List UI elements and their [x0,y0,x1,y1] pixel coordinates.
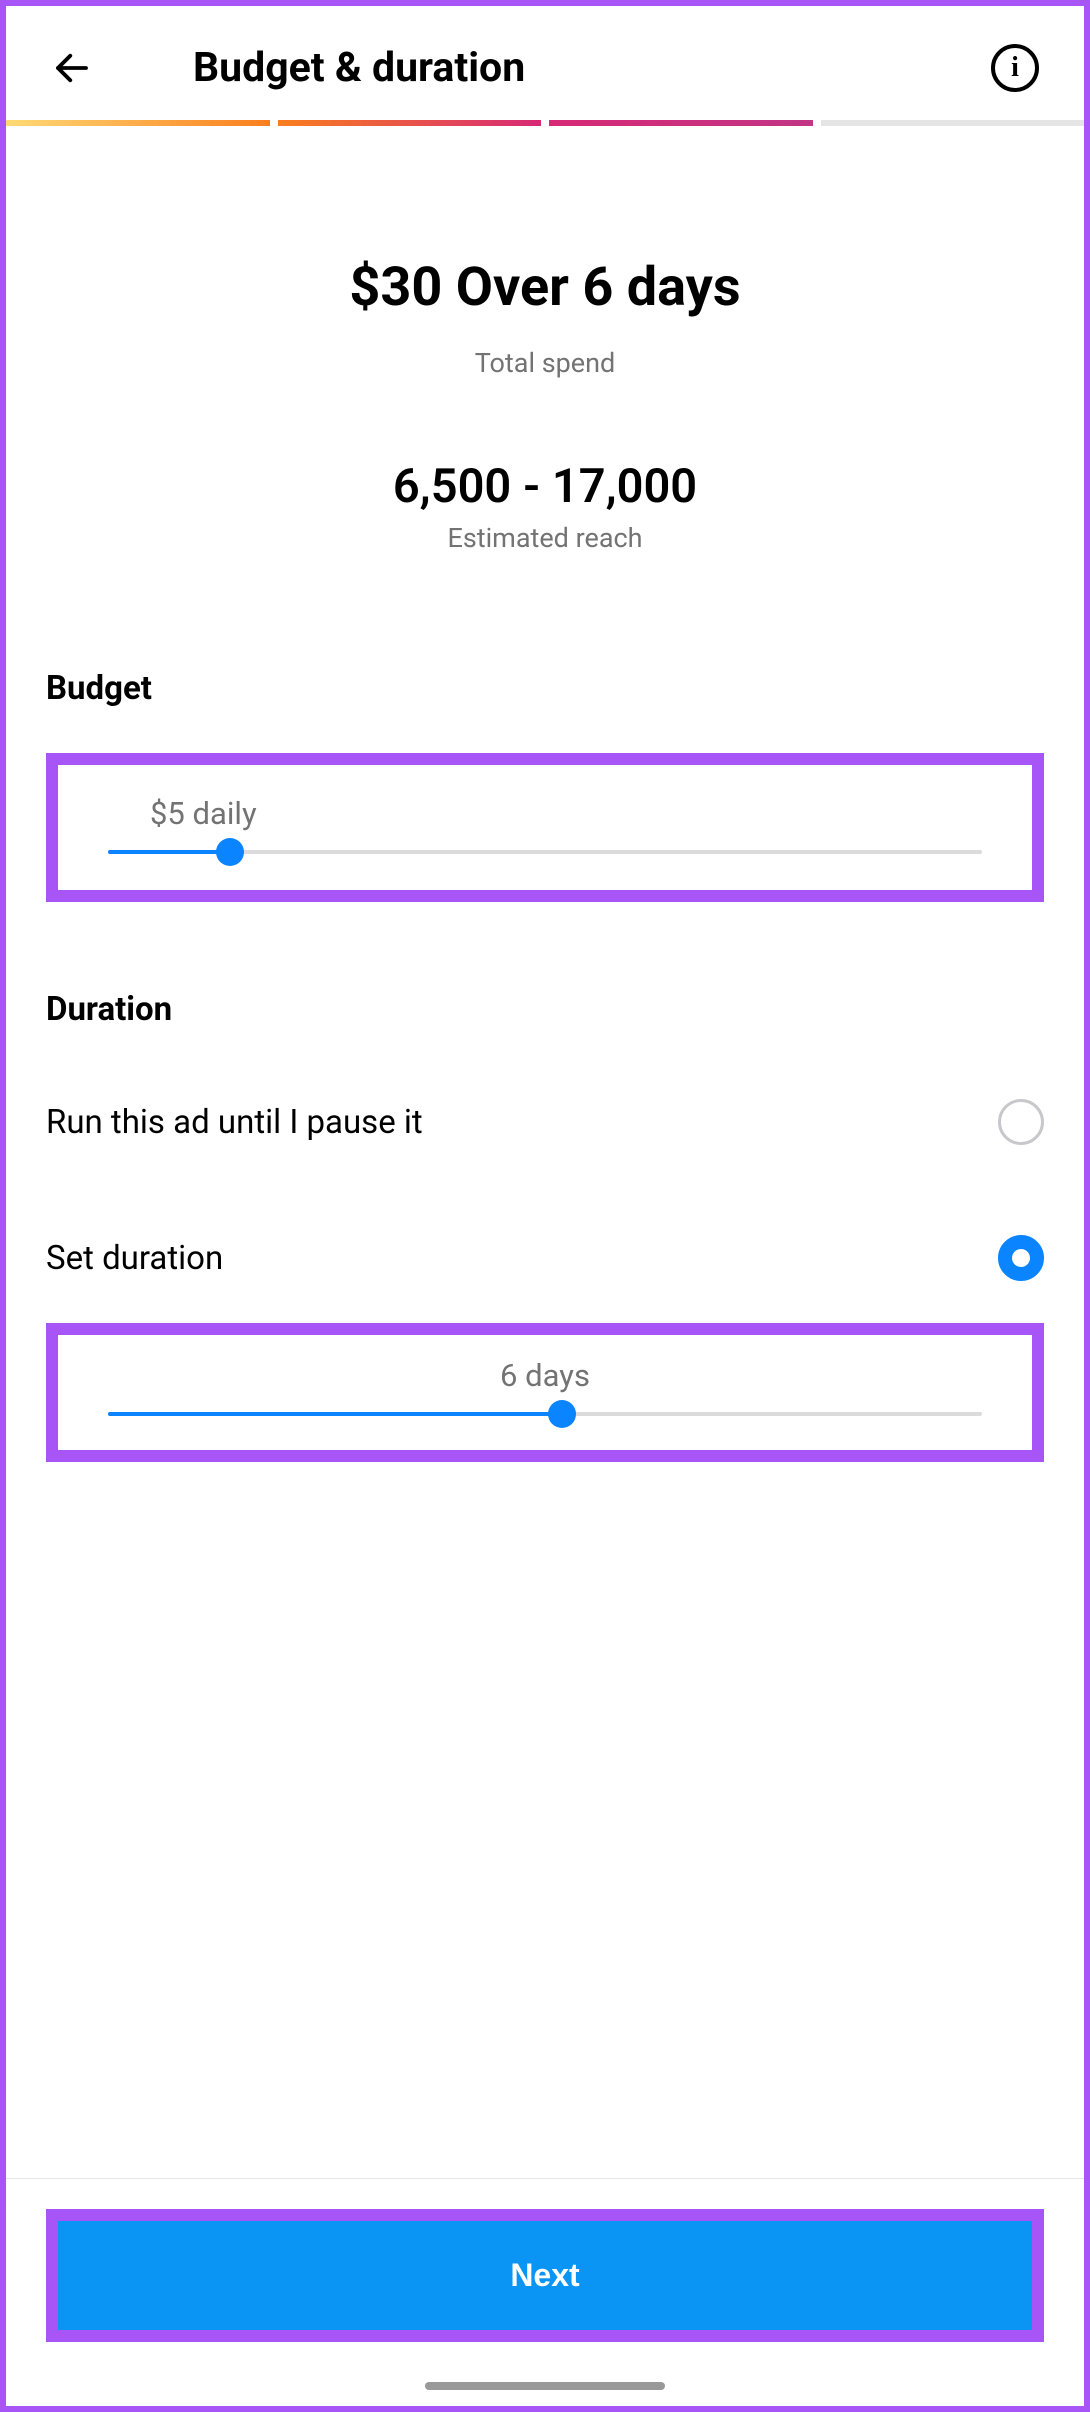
budget-section-label: Budget [46,669,1044,708]
reach-value: 6,500 - 17,000 [46,459,1044,514]
progress-step-1 [6,120,270,126]
duration-section-label: Duration [46,990,1044,1029]
budget-slider-thumb[interactable] [216,838,244,866]
duration-slider[interactable] [108,1412,982,1416]
progress-step-4 [821,120,1085,126]
footer: Next [6,2178,1084,2406]
back-arrow-icon[interactable] [51,47,93,89]
duration-option-pause-label: Run this ad until I pause it [46,1103,423,1142]
budget-slider-fill [108,850,230,854]
duration-slider-label: 6 days [108,1357,982,1394]
page-title: Budget & duration [193,44,525,92]
home-indicator[interactable] [425,2382,665,2390]
duration-option-set[interactable]: Set duration [46,1235,1044,1281]
duration-slider-fill [108,1412,562,1416]
summary-sublabel: Total spend [46,347,1044,379]
budget-slider-container: $5 daily [46,753,1044,902]
radio-selected-icon [998,1235,1044,1281]
duration-slider-thumb[interactable] [548,1400,576,1428]
radio-unselected-icon [998,1099,1044,1145]
main-content: $30 Over 6 days Total spend 6,500 - 17,0… [6,126,1084,1462]
next-button[interactable]: Next [58,2221,1032,2330]
budget-slider-label: $5 daily [150,795,982,832]
progress-step-3 [549,120,813,126]
header: Budget & duration i [6,6,1084,120]
duration-option-set-label: Set duration [46,1239,223,1278]
next-button-highlight: Next [46,2209,1044,2342]
duration-slider-container: 6 days [46,1323,1044,1462]
duration-option-pause[interactable]: Run this ad until I pause it [46,1099,1044,1145]
info-icon[interactable]: i [991,44,1039,92]
budget-slider[interactable] [108,850,982,854]
reach-label: Estimated reach [46,522,1044,554]
progress-step-2 [278,120,542,126]
summary-headline: $30 Over 6 days [46,256,1044,319]
